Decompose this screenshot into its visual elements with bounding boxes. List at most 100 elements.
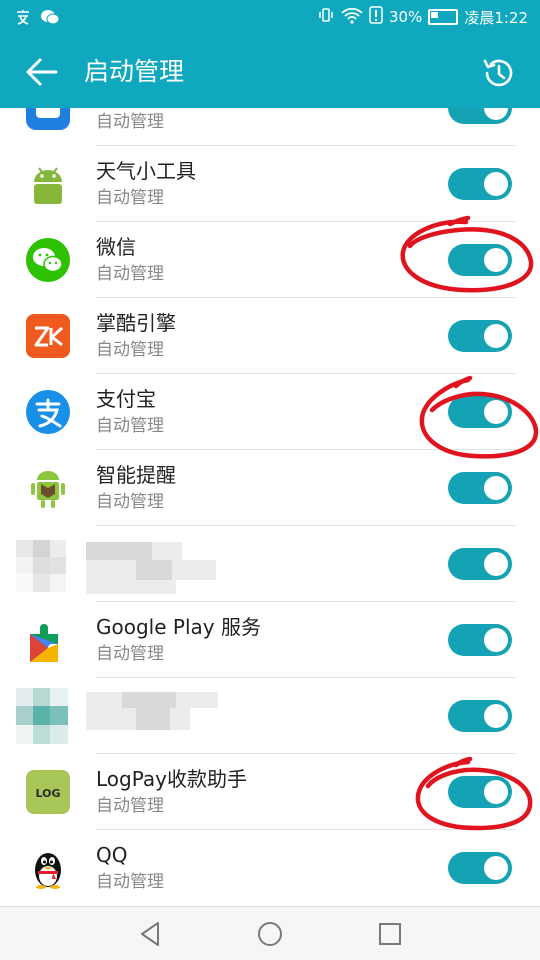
logpay-icon-text: LOG — [36, 787, 61, 800]
autostart-toggle[interactable] — [448, 472, 512, 504]
autostart-toggle[interactable] — [448, 108, 512, 124]
app-name: QQ — [96, 843, 128, 867]
logpay-icon: LOG — [26, 770, 70, 814]
back-button[interactable] — [22, 54, 62, 90]
battery-percent: 30% — [388, 8, 423, 26]
list-item[interactable]: 智能提醒 自动管理 — [0, 450, 540, 526]
app-subtitle: 自动管理 — [96, 796, 164, 816]
zk-icon — [26, 314, 70, 358]
status-bar-indicators: 30% 凌晨1:22 — [317, 6, 528, 28]
list-item[interactable]: 天气小工具 自动管理 — [0, 146, 540, 222]
google-play-services-icon — [26, 618, 70, 662]
history-button[interactable] — [480, 54, 518, 92]
app-subtitle: 自动管理 — [96, 644, 164, 664]
toggle-knob — [484, 108, 508, 120]
app-list: 自动管理 天气小工具 自动管理 微信 自动管理 掌酷引擎 自动管理 支付宝 自动… — [0, 108, 540, 906]
toggle-knob — [484, 628, 508, 652]
autostart-toggle[interactable] — [448, 168, 512, 200]
pixel-block — [136, 708, 170, 730]
app-name: Google Play 服务 — [96, 615, 261, 639]
sim-alert-icon — [369, 6, 383, 28]
pixel-block — [86, 542, 152, 560]
wechat-icon — [26, 238, 70, 282]
square-recents-icon — [379, 923, 401, 945]
toggle-knob — [484, 476, 508, 500]
list-item[interactable]: 自动管理 — [0, 108, 540, 146]
toggle-knob — [484, 172, 508, 196]
clock: 凌晨1:22 — [464, 8, 528, 27]
toggle-knob — [484, 856, 508, 880]
app-name: 掌酷引擎 — [96, 311, 176, 335]
list-item[interactable]: Google Play 服务 自动管理 — [0, 602, 540, 678]
app-subtitle: 自动管理 — [96, 264, 164, 284]
autostart-toggle[interactable] — [448, 776, 512, 808]
toggle-knob — [484, 248, 508, 272]
notification-icon — [14, 8, 32, 26]
page-title: 启动管理 — [84, 57, 185, 86]
history-clock-icon — [483, 59, 513, 87]
list-item[interactable]: LOG LogPay收款助手 自动管理 — [0, 754, 540, 830]
qq-penguin-icon — [26, 846, 70, 890]
app-name: 支付宝 — [96, 387, 156, 411]
autostart-toggle[interactable] — [448, 396, 512, 428]
android-icon — [26, 162, 70, 206]
status-bar-notifications — [14, 8, 60, 26]
pixelated-icon — [16, 688, 70, 744]
pixel-block — [86, 708, 136, 730]
autostart-toggle[interactable] — [448, 548, 512, 580]
app-name: 智能提醒 — [96, 463, 176, 487]
pixel-block — [86, 580, 176, 594]
autostart-toggle[interactable] — [448, 320, 512, 352]
navigation-bar — [0, 906, 540, 960]
pixel-block — [122, 692, 176, 708]
nav-home-button[interactable] — [253, 917, 287, 951]
nav-back-button[interactable] — [134, 917, 168, 951]
app-name: 微信 — [96, 235, 136, 259]
toggle-knob — [484, 704, 508, 728]
autostart-toggle[interactable] — [448, 244, 512, 276]
app-subtitle: 自动管理 — [96, 188, 164, 208]
nav-recents-button[interactable] — [373, 917, 407, 951]
android-box-icon — [26, 466, 70, 510]
app-name: 天气小工具 — [96, 159, 196, 183]
pixel-block — [86, 560, 136, 580]
app-subtitle: 自动管理 — [96, 112, 164, 132]
pixel-block — [152, 542, 182, 560]
toggle-knob — [484, 324, 508, 348]
list-item[interactable]: 微信 自动管理 — [0, 222, 540, 298]
pixel-block — [170, 708, 190, 730]
toggle-knob — [484, 400, 508, 424]
app-subtitle: 自动管理 — [96, 340, 164, 360]
vibrate-icon — [317, 6, 335, 28]
title-bar: 启动管理 — [0, 36, 540, 108]
toggle-knob — [484, 552, 508, 576]
pixel-block — [172, 560, 216, 580]
list-item[interactable]: 支付宝 自动管理 — [0, 374, 540, 450]
toggle-knob — [484, 780, 508, 804]
list-item[interactable]: QQ 自动管理 — [0, 830, 540, 906]
back-arrow-icon — [26, 58, 58, 86]
app-subtitle: 自动管理 — [96, 416, 164, 436]
circle-home-icon — [258, 922, 282, 946]
wifi-icon — [341, 6, 363, 28]
partial-app-icon — [26, 108, 70, 130]
alipay-icon — [26, 390, 70, 434]
triangle-back-icon — [141, 922, 159, 946]
screen: 30% 凌晨1:22 启动管理 自动管理 天气小工具 自动管理 微信 自动管理 … — [0, 0, 540, 960]
app-subtitle: 自动管理 — [96, 492, 164, 512]
autostart-toggle[interactable] — [448, 852, 512, 884]
pixel-block — [136, 560, 172, 580]
list-item[interactable] — [0, 526, 540, 602]
pixel-block — [176, 692, 218, 708]
pixel-block — [86, 692, 122, 708]
list-item[interactable] — [0, 678, 540, 754]
battery-icon — [428, 9, 459, 25]
app-name: LogPay收款助手 — [96, 767, 247, 791]
list-item[interactable]: 掌酷引擎 自动管理 — [0, 298, 540, 374]
autostart-toggle[interactable] — [448, 700, 512, 732]
app-subtitle: 自动管理 — [96, 872, 164, 892]
wechat-notification-icon — [40, 8, 60, 26]
pixelated-icon — [16, 540, 70, 592]
autostart-toggle[interactable] — [448, 624, 512, 656]
status-bar: 30% 凌晨1:22 — [0, 0, 540, 36]
